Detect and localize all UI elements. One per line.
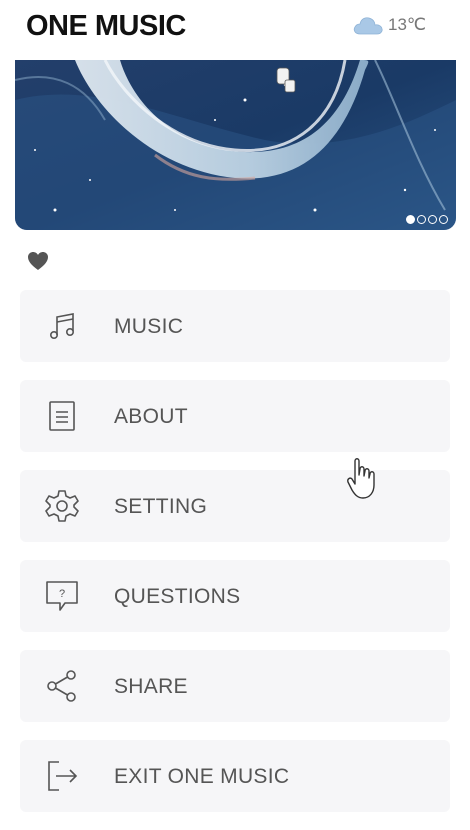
menu-item-questions[interactable]: ? QUESTIONS — [20, 560, 450, 632]
banner-image — [15, 60, 456, 230]
app-header: ONE MUSIC 13℃ — [0, 0, 470, 58]
banner-carousel[interactable] — [15, 60, 456, 230]
carousel-indicator[interactable] — [406, 215, 448, 224]
menu-item-setting[interactable]: SETTING — [20, 470, 450, 542]
hand-cursor-icon — [346, 455, 382, 501]
menu-item-label: ABOUT — [114, 405, 188, 428]
menu-item-label: SHARE — [114, 675, 188, 698]
question-message-icon: ? — [43, 578, 81, 614]
music-note-icon — [43, 308, 81, 344]
share-icon — [43, 668, 81, 704]
carousel-dot[interactable] — [428, 215, 437, 224]
menu-item-exit[interactable]: EXIT ONE MUSIC — [20, 740, 450, 812]
main-menu: MUSIC ABOUT SETTING ? QUESTIONS SHARE EX… — [20, 290, 450, 830]
exit-icon — [43, 758, 81, 794]
document-icon — [43, 398, 81, 434]
menu-item-about[interactable]: ABOUT — [20, 380, 450, 452]
menu-item-label: EXIT ONE MUSIC — [114, 765, 290, 788]
menu-item-label: SETTING — [114, 495, 208, 518]
carousel-dot[interactable] — [417, 215, 426, 224]
cloud-icon — [352, 14, 384, 36]
menu-item-label: QUESTIONS — [114, 585, 241, 608]
svg-text:?: ? — [59, 588, 65, 600]
menu-item-label: MUSIC — [114, 315, 184, 338]
menu-item-music[interactable]: MUSIC — [20, 290, 450, 362]
carousel-dot[interactable] — [439, 215, 448, 224]
app-title: ONE MUSIC — [26, 10, 186, 42]
heart-icon[interactable] — [26, 250, 50, 272]
temperature-text: 13℃ — [387, 15, 426, 34]
carousel-dot[interactable] — [406, 215, 415, 224]
menu-item-share[interactable]: SHARE — [20, 650, 450, 722]
weather-widget[interactable]: 13℃ — [352, 12, 426, 38]
gear-icon — [43, 488, 81, 524]
